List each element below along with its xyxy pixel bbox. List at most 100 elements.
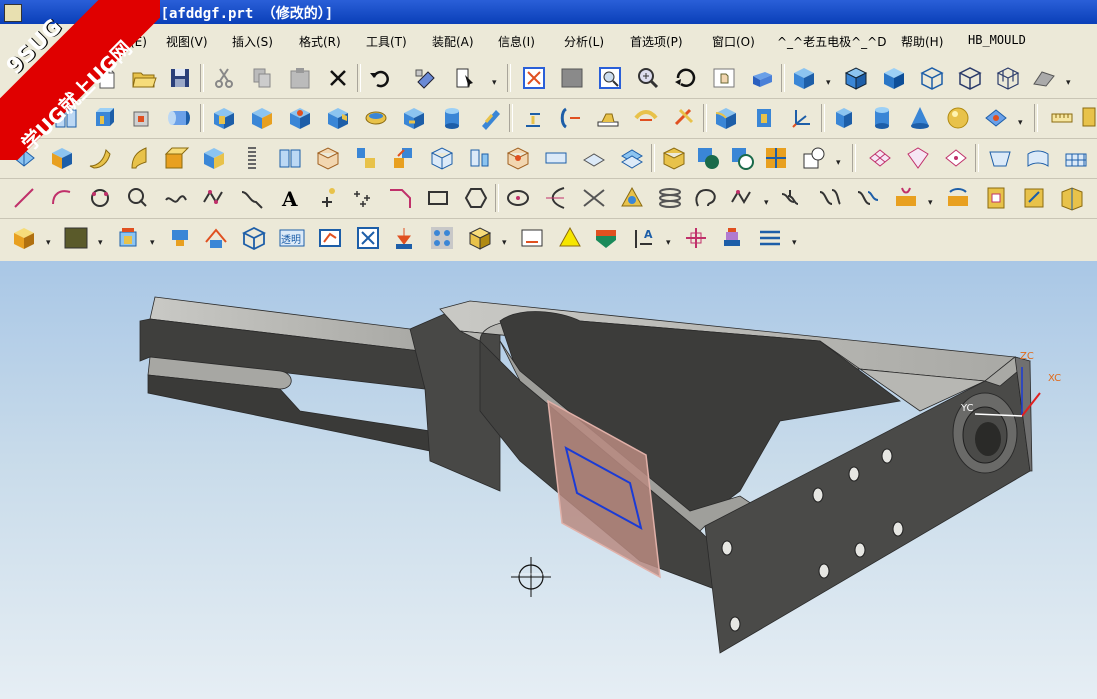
open-folder-button[interactable] (130, 64, 158, 92)
i-form-button[interactable] (942, 144, 970, 172)
helix-tool-button[interactable] (618, 184, 646, 212)
layer-settings-button[interactable] (114, 224, 142, 252)
surface-grid-button[interactable] (866, 144, 894, 172)
zoom-in-out-button[interactable] (634, 64, 662, 92)
sew-button[interactable] (542, 144, 570, 172)
component-pattern-button[interactable] (428, 224, 456, 252)
undo-button[interactable] (366, 64, 394, 92)
law-extension-button[interactable] (986, 144, 1014, 172)
transform-button[interactable] (390, 144, 418, 172)
box-outline-button[interactable] (428, 144, 456, 172)
swept-button[interactable] (124, 144, 152, 172)
extract-geometry-button[interactable] (618, 144, 646, 172)
curve-intersect-button[interactable] (580, 184, 608, 212)
coil-button[interactable] (238, 144, 266, 172)
polygon-tool-button[interactable] (462, 184, 490, 212)
rotate-button[interactable] (672, 64, 700, 92)
draft-tool-button[interactable] (556, 104, 584, 132)
model-update-button[interactable] (412, 64, 440, 92)
studio-spline-button[interactable] (200, 184, 228, 212)
extrude-tool-button[interactable] (90, 104, 118, 132)
ellipse-tool-button[interactable] (504, 184, 532, 212)
offset-face-button[interactable] (518, 104, 546, 132)
cylinder-button[interactable] (868, 104, 896, 132)
zoom-button[interactable] (596, 64, 624, 92)
menu-help[interactable]: 帮助(H) (901, 33, 943, 50)
chevron-down-icon[interactable]: ▾ (492, 79, 499, 88)
menu-information[interactable]: 信息(I) (498, 33, 535, 50)
chevron-down-icon[interactable]: ▾ (826, 79, 833, 88)
color-swatch-button[interactable] (62, 224, 90, 252)
zoom-window-button[interactable] (558, 64, 586, 92)
circle-tool-button[interactable] (124, 184, 152, 212)
transform-move-button[interactable] (202, 224, 230, 252)
menu-view[interactable]: 视图(V) (166, 33, 208, 50)
chevron-down-icon[interactable]: ▾ (792, 239, 799, 248)
bounding-box-button[interactable] (466, 224, 494, 252)
mirror-curve-button[interactable] (892, 184, 920, 212)
part-navigator-button[interactable] (1078, 104, 1097, 132)
tube-tool-button[interactable] (166, 104, 194, 132)
rectangle-tool-button[interactable] (424, 184, 452, 212)
intersect-button[interactable] (728, 144, 756, 172)
menu-electrode-plugin[interactable]: ^_^老五电极^_^D (777, 33, 886, 50)
wireframe-button[interactable] (918, 64, 946, 92)
shaded-view-button[interactable] (748, 64, 776, 92)
mesh-surface-button[interactable] (314, 144, 342, 172)
cube-button[interactable] (830, 104, 858, 132)
face-analysis-button[interactable] (1030, 64, 1058, 92)
copy-button[interactable] (248, 64, 276, 92)
orient-view-button[interactable] (354, 224, 382, 252)
layer-list-button[interactable] (756, 224, 784, 252)
join-curve-button[interactable] (778, 184, 806, 212)
x-form-button[interactable] (904, 144, 932, 172)
cylinder-tool-button[interactable] (438, 104, 466, 132)
ruled-surface-button[interactable] (86, 144, 114, 172)
slot-tool-button[interactable] (400, 104, 428, 132)
snap-point-button[interactable] (682, 224, 710, 252)
groove-tool-button[interactable] (476, 104, 504, 132)
chevron-down-icon[interactable]: ▾ (836, 159, 843, 168)
global-shaping-button[interactable] (1024, 144, 1052, 172)
project-curve-button[interactable] (816, 184, 844, 212)
delete-button[interactable] (324, 64, 352, 92)
sketch-plane-button[interactable] (316, 224, 344, 252)
sphere-button[interactable] (944, 104, 972, 132)
surface-mesh-button[interactable] (1062, 144, 1090, 172)
3d-model-view[interactable] (0, 261, 1097, 699)
menu-format[interactable]: 格式(R) (299, 33, 341, 50)
chevron-down-icon[interactable]: ▾ (1066, 79, 1073, 88)
text-tool-button[interactable]: A (276, 184, 304, 212)
revolve-tool-button[interactable] (128, 104, 156, 132)
assembly-constraint-button[interactable] (390, 224, 418, 252)
menu-tools[interactable]: 工具(T) (366, 33, 407, 50)
hidden-edges-button[interactable] (956, 64, 984, 92)
cone-button[interactable] (906, 104, 934, 132)
thicken-button[interactable] (200, 144, 228, 172)
pan-button[interactable] (710, 64, 738, 92)
new-file-button[interactable] (92, 64, 120, 92)
point-tool-button[interactable] (312, 184, 340, 212)
helix-spring-button[interactable] (656, 184, 684, 212)
chevron-down-icon[interactable]: ▾ (502, 239, 509, 248)
menu-assembly[interactable]: 装配(A) (432, 33, 474, 50)
section-curve-button[interactable] (1020, 184, 1048, 212)
clamp-tool-button[interactable] (718, 224, 746, 252)
cylinder-wrap-button[interactable] (352, 144, 380, 172)
conic-tool-button[interactable] (542, 184, 570, 212)
menu-hb-mould[interactable]: HB_MOULD (968, 33, 1026, 47)
datum-plane-button[interactable] (556, 224, 584, 252)
offset-curve-button[interactable] (692, 184, 720, 212)
wrap-curve-button[interactable] (944, 184, 972, 212)
chevron-down-icon[interactable]: ▾ (764, 199, 771, 208)
patch-button[interactable] (580, 144, 608, 172)
subtract-button[interactable] (694, 144, 722, 172)
shape-outline-button[interactable] (800, 144, 828, 172)
measure-distance-button[interactable] (1048, 104, 1076, 132)
trim-body-button[interactable] (632, 104, 660, 132)
selection-filter-button[interactable] (452, 64, 480, 92)
extract-curve-button[interactable] (982, 184, 1010, 212)
chevron-down-icon[interactable]: ▾ (98, 239, 105, 248)
fit-view-button[interactable] (520, 64, 548, 92)
menu-analysis[interactable]: 分析(L) (564, 33, 604, 50)
